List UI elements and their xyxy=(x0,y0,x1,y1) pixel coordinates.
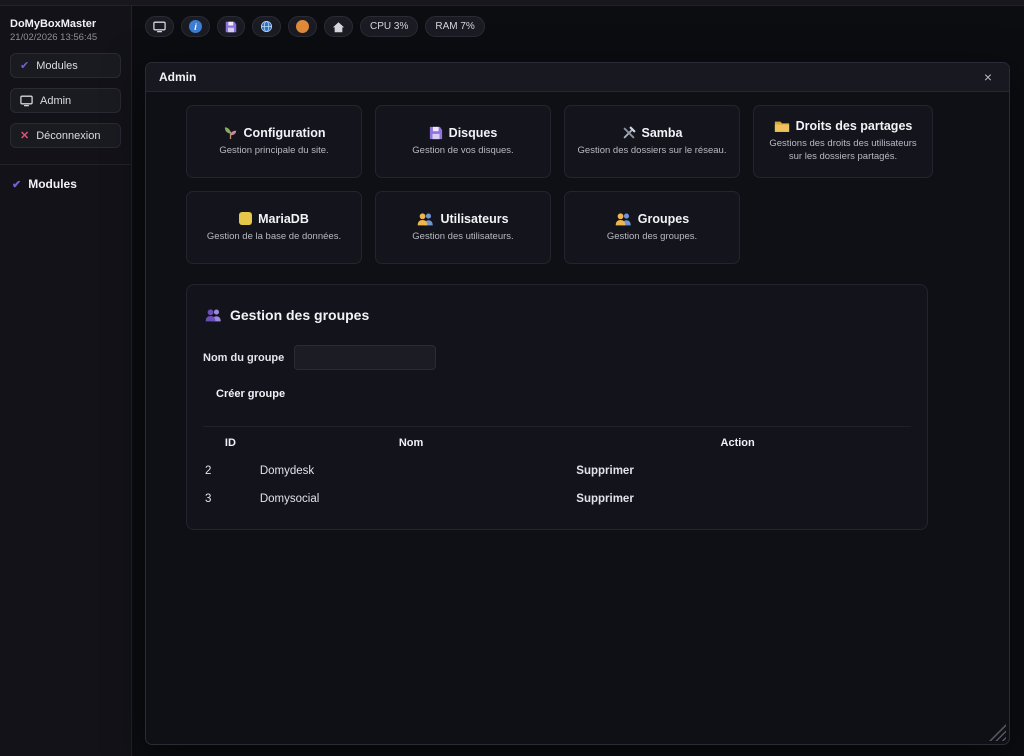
window-body: Configuration Gestion principale du site… xyxy=(146,92,1009,530)
delete-group-button[interactable]: Supprimer xyxy=(564,457,911,485)
column-header-action: Action xyxy=(564,427,911,458)
close-icon: ✕ xyxy=(20,129,29,142)
module-description: Gestion des utilisateurs. xyxy=(412,231,513,244)
module-card-disques[interactable]: Disques Gestion de vos disques. xyxy=(375,105,551,178)
module-card-title-row: Disques xyxy=(429,126,498,140)
module-card-title-row: Droits des partages xyxy=(774,119,913,133)
table-header-row: ID Nom Action xyxy=(203,427,911,458)
group-name-input[interactable] xyxy=(294,345,436,370)
modules-section-header[interactable]: ✔ Modules xyxy=(10,165,121,203)
module-card-title-row: MariaDB xyxy=(239,212,309,226)
module-card-samba[interactable]: Samba Gestion des dossiers sur le réseau… xyxy=(564,105,740,178)
table-row: 3 Domysocial Supprimer xyxy=(203,485,911,513)
groups-panel: Gestion des groupes Nom du groupe Créer … xyxy=(186,284,928,530)
monitor-icon xyxy=(20,95,33,107)
module-card-droits-des-partages[interactable]: Droits des partages Gestions des droits … xyxy=(753,105,933,178)
floppy-disk-icon xyxy=(429,126,443,140)
home-icon xyxy=(332,21,345,33)
sidebar-logout-label: Déconnexion xyxy=(36,130,100,142)
module-name: Samba xyxy=(642,126,683,140)
window-title: Admin xyxy=(159,70,196,84)
sidebar-item-logout[interactable]: ✕ Déconnexion xyxy=(10,123,121,148)
users-icon xyxy=(417,212,434,226)
module-card-groupes[interactable]: Groupes Gestion des groupes. xyxy=(564,191,740,264)
group-name-cell: Domydesk xyxy=(258,457,564,485)
column-header-id: ID xyxy=(203,427,258,458)
module-name: Utilisateurs xyxy=(440,212,508,226)
group-name-label: Nom du groupe xyxy=(203,352,284,364)
sidebar-item-admin[interactable]: Admin xyxy=(10,88,121,113)
module-description: Gestion des dossiers sur le réseau. xyxy=(578,145,727,158)
info-pill[interactable]: i xyxy=(181,16,210,37)
monitor-icon xyxy=(153,21,166,33)
main-area: i CPU 3% RAM 7% Admin × xyxy=(133,6,1024,756)
module-cards: Configuration Gestion principale du site… xyxy=(186,105,969,264)
datetime-label: 21/02/2026 13:56:45 xyxy=(10,32,121,43)
app-title: DoMyBoxMaster xyxy=(10,18,121,30)
module-description: Gestions des droits des utilisateurs sur… xyxy=(766,138,920,164)
module-description: Gestion des groupes. xyxy=(607,231,697,244)
groups-table: ID Nom Action 2 Domydesk Supprimer 3 xyxy=(203,426,911,513)
sidebar-admin-label: Admin xyxy=(40,95,71,107)
globe-pill[interactable] xyxy=(252,16,281,37)
resize-handle[interactable] xyxy=(989,724,1006,741)
window-close-button[interactable]: × xyxy=(980,68,996,86)
create-group-button[interactable]: Créer groupe xyxy=(216,388,285,400)
window-titlebar[interactable]: Admin × xyxy=(146,63,1009,92)
module-name: MariaDB xyxy=(258,212,309,226)
module-card-configuration[interactable]: Configuration Gestion principale du site… xyxy=(186,105,362,178)
ram-usage-badge: RAM 7% xyxy=(425,16,484,37)
delete-group-button[interactable]: Supprimer xyxy=(564,485,911,513)
module-name: Disques xyxy=(449,126,498,140)
database-icon xyxy=(239,212,252,225)
sidebar-modules-label: Modules xyxy=(36,60,78,72)
column-header-nom: Nom xyxy=(258,427,564,458)
sidebar-item-modules[interactable]: ✔ Modules xyxy=(10,53,121,78)
tools-icon xyxy=(622,126,636,140)
disk-pill[interactable] xyxy=(217,16,245,37)
monitor-pill[interactable] xyxy=(145,16,174,37)
module-name: Groupes xyxy=(638,212,689,226)
module-name: Droits des partages xyxy=(796,119,913,133)
module-description: Gestion principale du site. xyxy=(219,145,328,158)
admin-window: Admin × Configuration Gestion principale… xyxy=(145,62,1010,745)
groups-panel-title: Gestion des groupes xyxy=(230,307,369,323)
group-name-cell: Domysocial xyxy=(258,485,564,513)
check-icon: ✔ xyxy=(20,59,29,72)
globe-icon xyxy=(260,20,273,33)
module-card-mariadb[interactable]: MariaDB Gestion de la base de données. xyxy=(186,191,362,264)
sidebar: DoMyBoxMaster 21/02/2026 13:56:45 ✔ Modu… xyxy=(0,6,132,756)
check-icon: ✔ xyxy=(12,178,21,191)
module-card-title-row: Configuration xyxy=(223,125,326,140)
module-card-title-row: Utilisateurs xyxy=(417,212,508,226)
info-icon: i xyxy=(189,20,202,33)
cpu-usage-badge: CPU 3% xyxy=(360,16,418,37)
folder-icon xyxy=(774,120,790,133)
module-name: Configuration xyxy=(244,126,326,140)
modules-section-label: Modules xyxy=(28,177,77,191)
herb-icon xyxy=(223,125,238,140)
status-toolbar: i CPU 3% RAM 7% xyxy=(145,16,485,37)
home-pill[interactable] xyxy=(324,16,353,37)
group-id-cell: 3 xyxy=(203,485,258,513)
users-icon xyxy=(615,212,632,226)
users-icon xyxy=(205,308,222,322)
module-card-title-row: Groupes xyxy=(615,212,689,226)
group-id-cell: 2 xyxy=(203,457,258,485)
table-row: 2 Domydesk Supprimer xyxy=(203,457,911,485)
groups-panel-title-row: Gestion des groupes xyxy=(203,307,911,323)
floppy-disk-icon xyxy=(225,21,237,33)
orange-circle-pill[interactable] xyxy=(288,16,317,37)
group-name-form-row: Nom du groupe xyxy=(203,345,911,370)
module-description: Gestion de la base de données. xyxy=(207,231,341,244)
module-description: Gestion de vos disques. xyxy=(412,145,513,158)
module-card-utilisateurs[interactable]: Utilisateurs Gestion des utilisateurs. xyxy=(375,191,551,264)
module-card-title-row: Samba xyxy=(622,126,683,140)
orange-circle-icon xyxy=(296,20,309,33)
